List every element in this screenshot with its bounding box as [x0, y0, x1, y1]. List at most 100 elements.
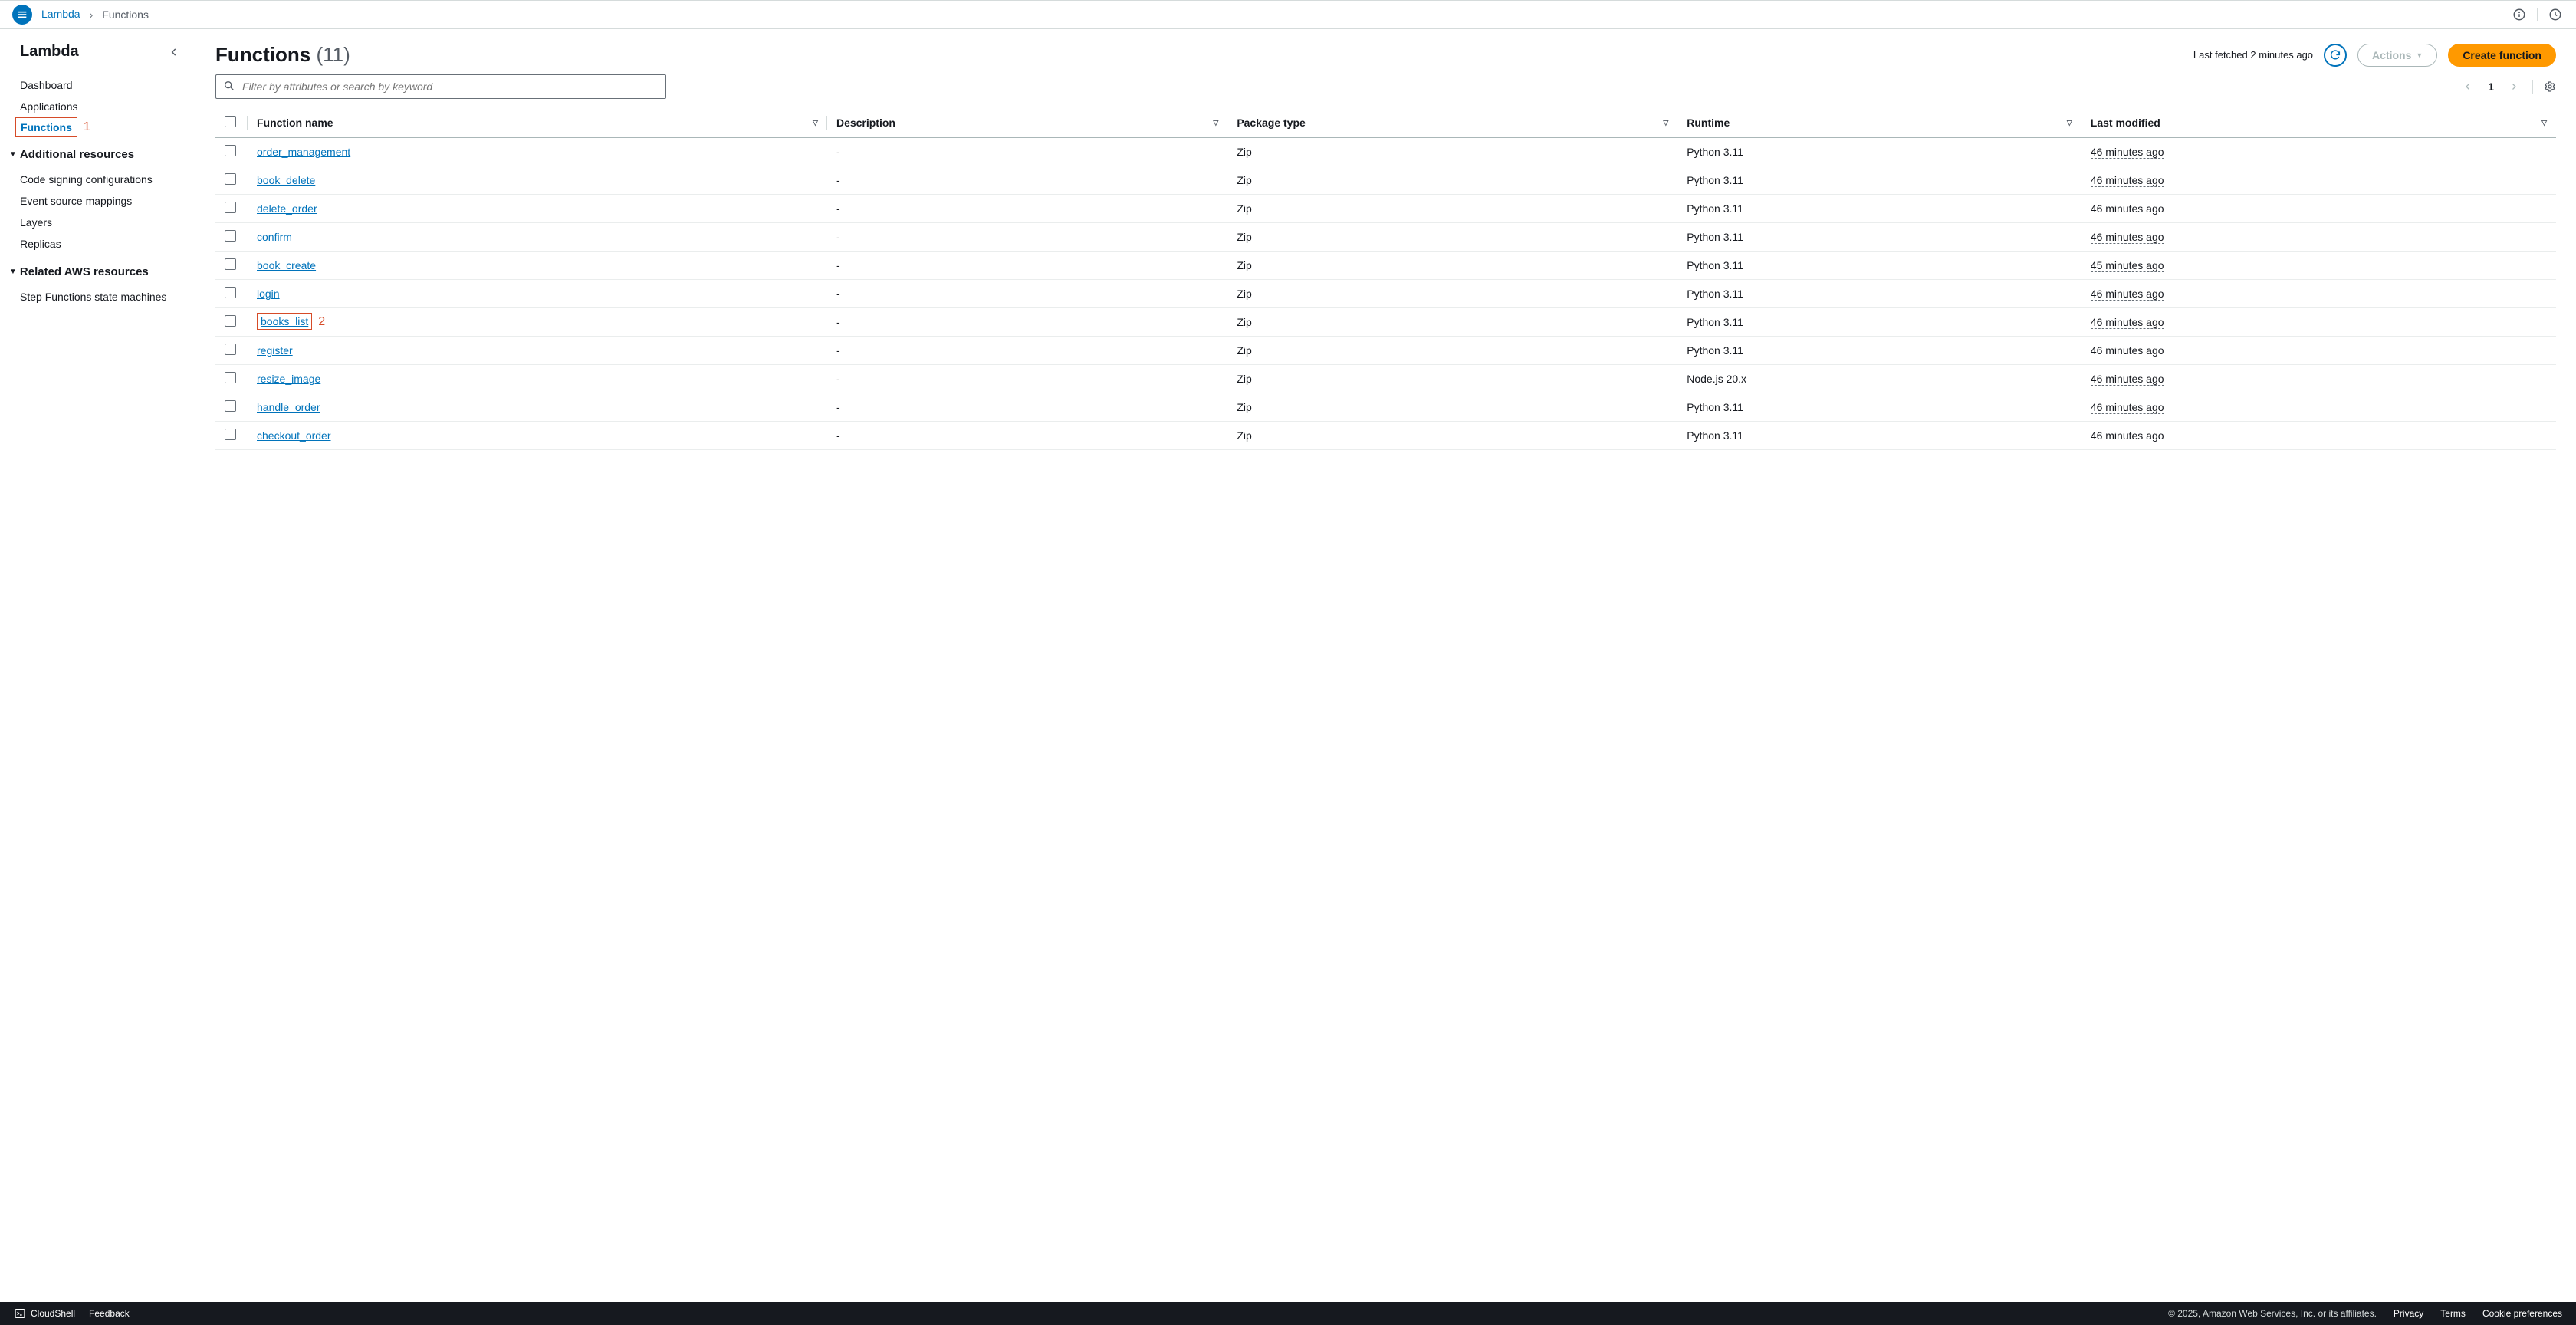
col-label: Function name	[257, 117, 334, 129]
cookie-preferences-link[interactable]: Cookie preferences	[2482, 1308, 2562, 1319]
breadcrumb-separator: ›	[90, 8, 94, 21]
row-checkbox[interactable]	[225, 230, 236, 242]
function-link[interactable]: book_create	[257, 259, 316, 271]
select-all-checkbox[interactable]	[225, 116, 236, 127]
cell-modified: 46 minutes ago	[2091, 146, 2164, 159]
chevron-left-icon	[169, 47, 179, 58]
gear-icon	[2544, 81, 2556, 93]
col-label: Description	[836, 117, 895, 129]
section-additional-resources[interactable]: ▼ Additional resources	[0, 140, 195, 166]
row-checkbox[interactable]	[225, 145, 236, 156]
sidebar-item-code-signing[interactable]: Code signing configurations	[0, 169, 195, 190]
search-input[interactable]	[215, 74, 666, 99]
function-link[interactable]: books_list	[257, 313, 312, 330]
cell-description: -	[827, 195, 1227, 223]
cell-runtime: Python 3.11	[1677, 166, 2082, 195]
function-link[interactable]: confirm	[257, 231, 292, 243]
sidebar: Lambda Dashboard Applications Functions …	[0, 29, 196, 1302]
terms-link[interactable]: Terms	[2440, 1308, 2466, 1319]
actions-dropdown[interactable]: Actions ▼	[2358, 44, 2437, 67]
sidebar-item-applications[interactable]: Applications	[0, 96, 195, 117]
cell-package: Zip	[1227, 223, 1677, 252]
col-description[interactable]: Description ▽	[827, 108, 1227, 138]
sidebar-item-layers[interactable]: Layers	[0, 212, 195, 233]
function-link[interactable]: checkout_order	[257, 429, 331, 442]
sidebar-collapse-button[interactable]	[169, 47, 179, 58]
sidebar-item-replicas[interactable]: Replicas	[0, 233, 195, 255]
refresh-button[interactable]	[2324, 44, 2347, 67]
sort-icon[interactable]: ▽	[813, 119, 818, 127]
sidebar-item-event-mappings[interactable]: Event source mappings	[0, 190, 195, 212]
function-link[interactable]: book_delete	[257, 174, 315, 186]
cell-runtime: Python 3.11	[1677, 393, 2082, 422]
table-row: register - Zip Python 3.11 46 minutes ag…	[215, 337, 2556, 365]
sidebar-item-step-functions[interactable]: Step Functions state machines	[0, 286, 195, 307]
table-row: delete_order - Zip Python 3.11 46 minute…	[215, 195, 2556, 223]
sidebar-item-dashboard[interactable]: Dashboard	[0, 74, 195, 96]
row-checkbox[interactable]	[225, 287, 236, 298]
col-last-modified[interactable]: Last modified ▽	[2082, 108, 2556, 138]
function-link[interactable]: resize_image	[257, 373, 320, 385]
sort-icon[interactable]: ▽	[2542, 119, 2547, 127]
table-row: login - Zip Python 3.11 46 minutes ago	[215, 280, 2556, 308]
feedback-link[interactable]: Feedback	[89, 1308, 130, 1319]
row-checkbox[interactable]	[225, 429, 236, 440]
create-function-button[interactable]: Create function	[2448, 44, 2556, 67]
row-checkbox[interactable]	[225, 344, 236, 355]
nav-primary: Dashboard Applications Functions 1	[0, 71, 195, 140]
filter-row: 1	[215, 74, 2556, 99]
section-related-resources[interactable]: ▼ Related AWS resources	[0, 258, 195, 283]
cell-description: -	[827, 252, 1227, 280]
caret-down-icon: ▼	[9, 268, 17, 276]
function-link[interactable]: order_management	[257, 146, 350, 158]
page-prev-button[interactable]	[2460, 79, 2476, 94]
table-settings-button[interactable]	[2544, 81, 2556, 93]
row-checkbox[interactable]	[225, 372, 236, 383]
sidebar-item-functions[interactable]: Functions	[15, 117, 77, 137]
function-link[interactable]: login	[257, 288, 280, 300]
hamburger-icon	[16, 8, 28, 21]
cell-description: -	[827, 308, 1227, 337]
breadcrumb-root-link[interactable]: Lambda	[41, 8, 80, 21]
col-label: Package type	[1237, 117, 1306, 129]
last-fetched-prefix: Last fetched	[2193, 49, 2248, 61]
function-link[interactable]: register	[257, 344, 293, 357]
info-icon[interactable]	[2511, 6, 2528, 23]
sort-icon[interactable]: ▽	[1663, 119, 1668, 127]
row-checkbox[interactable]	[225, 173, 236, 185]
row-checkbox[interactable]	[225, 400, 236, 412]
table-row: resize_image - Zip Node.js 20.x 46 minut…	[215, 365, 2556, 393]
page-next-button[interactable]	[2506, 79, 2522, 94]
function-link[interactable]: delete_order	[257, 202, 317, 215]
create-function-label: Create function	[2463, 49, 2542, 61]
cell-modified: 46 minutes ago	[2091, 316, 2164, 329]
table-row: checkout_order - Zip Python 3.11 46 minu…	[215, 422, 2556, 450]
row-checkbox[interactable]	[225, 202, 236, 213]
copyright: © 2025, Amazon Web Services, Inc. or its…	[2168, 1308, 2377, 1319]
privacy-link[interactable]: Privacy	[2394, 1308, 2423, 1319]
cell-runtime: Node.js 20.x	[1677, 365, 2082, 393]
cell-runtime: Python 3.11	[1677, 138, 2082, 166]
nav-toggle-button[interactable]	[12, 5, 32, 25]
cell-runtime: Python 3.11	[1677, 308, 2082, 337]
row-checkbox[interactable]	[225, 315, 236, 327]
col-label: Runtime	[1687, 117, 1730, 129]
cell-description: -	[827, 393, 1227, 422]
cell-description: -	[827, 280, 1227, 308]
footer: CloudShell Feedback © 2025, Amazon Web S…	[0, 1302, 2576, 1325]
sort-icon[interactable]: ▽	[1213, 119, 1218, 127]
page-title-count: (11)	[316, 43, 350, 66]
col-function-name[interactable]: Function name ▽	[248, 108, 827, 138]
search-icon	[223, 80, 235, 92]
row-checkbox[interactable]	[225, 258, 236, 270]
sort-icon[interactable]: ▽	[2067, 119, 2072, 127]
col-runtime[interactable]: Runtime ▽	[1677, 108, 2082, 138]
last-fetched-label: Last fetched 2 minutes ago	[2193, 49, 2313, 61]
cloudshell-button[interactable]: CloudShell	[14, 1307, 75, 1320]
function-link[interactable]: handle_order	[257, 401, 320, 413]
cell-description: -	[827, 337, 1227, 365]
functions-table: Function name ▽ Description ▽ Package ty…	[215, 108, 2556, 450]
col-package-type[interactable]: Package type ▽	[1227, 108, 1677, 138]
notifications-icon[interactable]	[2547, 6, 2564, 23]
chevron-left-icon	[2463, 82, 2472, 91]
